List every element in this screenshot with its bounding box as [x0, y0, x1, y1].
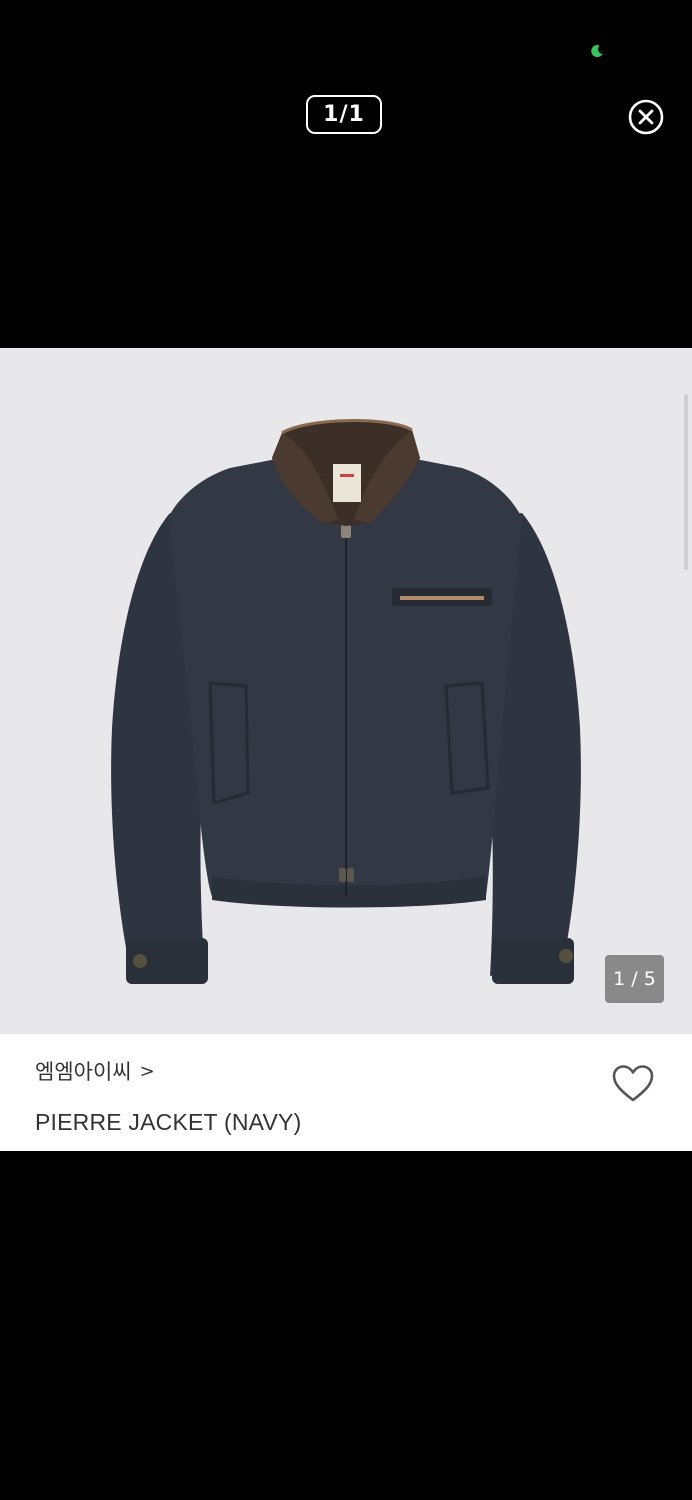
brand-name: 엠엠아이씨	[35, 1060, 132, 1084]
product-info: 엠엠아이씨 > PIERRE JACKET (NAVY)	[0, 1034, 692, 1151]
image-counter-badge: 1 / 5	[605, 955, 664, 1003]
product-card: 1 / 5 엠엠아이씨 > PIERRE JACKET (NAVY)	[0, 348, 692, 1151]
product-image[interactable]: 1 / 5	[0, 348, 692, 1034]
chevron-right-icon: >	[139, 1060, 155, 1082]
brand-link[interactable]: 엠엠아이씨 >	[35, 1056, 155, 1086]
jacket-illustration	[111, 419, 581, 984]
moon-icon	[591, 45, 603, 58]
close-circle-icon[interactable]	[627, 98, 665, 136]
image-scrollbar[interactable]	[684, 394, 688, 570]
viewer-page-counter: 1/1	[306, 95, 382, 134]
product-name: PIERRE JACKET (NAVY)	[35, 1109, 302, 1135]
heart-outline-icon[interactable]	[611, 1064, 655, 1104]
